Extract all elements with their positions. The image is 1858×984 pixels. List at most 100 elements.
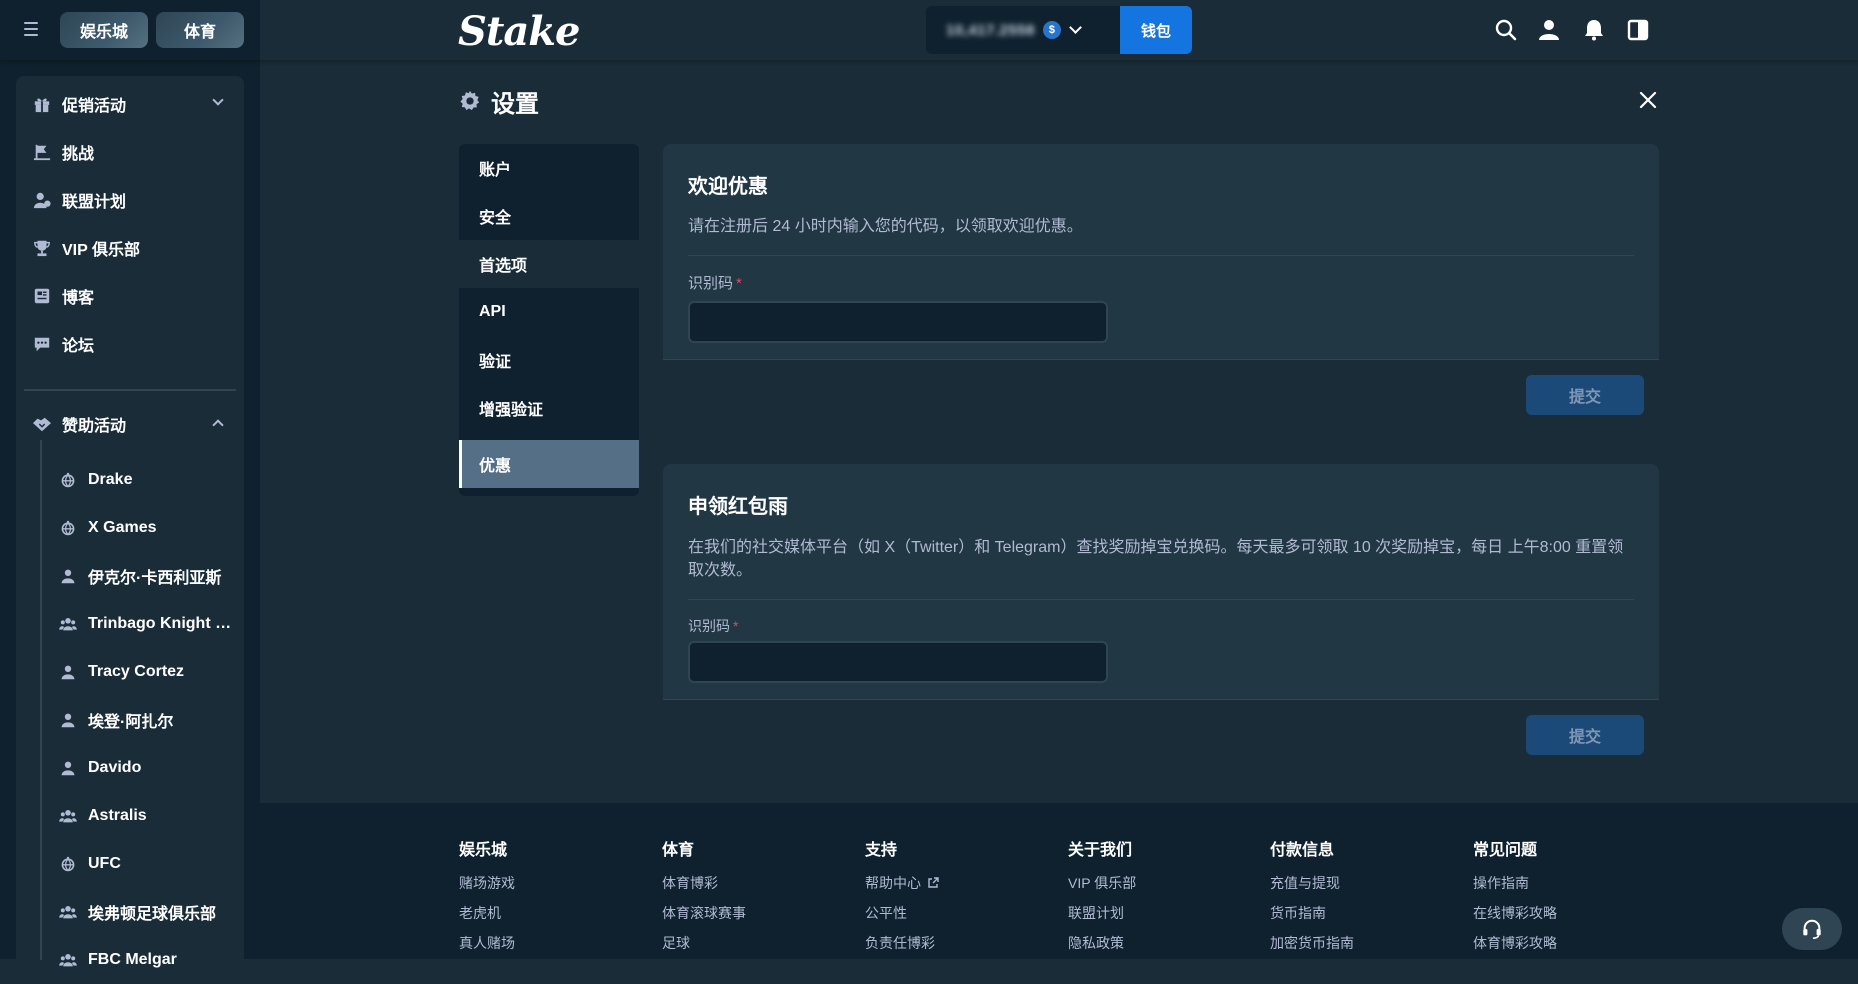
tab-casino[interactable]: 娱乐城 xyxy=(60,12,148,48)
live-support-button[interactable] xyxy=(1782,908,1842,950)
chevron-up-icon[interactable] xyxy=(212,419,224,431)
bell-icon[interactable] xyxy=(1582,18,1606,42)
footer-link[interactable]: 公平性 xyxy=(865,898,939,928)
settings-nav-account[interactable]: 账户 xyxy=(459,144,639,192)
forum-icon xyxy=(32,334,52,354)
sidebar-item-sponsorships[interactable]: 赞助活动 xyxy=(16,400,244,448)
settings-nav-preferences[interactable]: 首选项 xyxy=(459,240,639,288)
footer-col-faq: 常见问题 操作指南 在线博彩攻略 体育博彩攻略 xyxy=(1473,836,1557,958)
footer-link[interactable]: VIP 俱乐部 xyxy=(1068,868,1136,898)
usdc-coin-icon: $ xyxy=(1042,21,1061,39)
footer-link-help-center[interactable]: 帮助中心 xyxy=(865,868,939,898)
sidebar: 促销活动 挑战 联盟计划 VIP 俱乐部 博客 论坛 赞助活动 Drake X … xyxy=(0,60,260,976)
sponsor-label: 埃弗顿足球俱乐部 xyxy=(88,906,217,923)
divider xyxy=(688,599,1634,600)
sponsor-label: Drake xyxy=(88,471,133,488)
balance-amount: 10,417.2558 xyxy=(946,21,1035,39)
handshake-icon xyxy=(32,414,52,434)
settings-nav-api[interactable]: API xyxy=(459,288,639,336)
footer-col-about: 关于我们 VIP 俱乐部 联盟计划 隐私政策 xyxy=(1068,836,1136,958)
tab-sports[interactable]: 体育 xyxy=(156,12,244,48)
footer-link[interactable]: 货币指南 xyxy=(1270,898,1354,928)
sidebar-item-vip-club[interactable]: VIP 俱乐部 xyxy=(16,224,244,272)
footer-link[interactable]: 负责任博彩 xyxy=(865,928,939,958)
search-icon[interactable] xyxy=(1494,18,1518,42)
welcome-offer-title: 欢迎优惠 xyxy=(688,176,768,198)
sidebar-item-blog[interactable]: 博客 xyxy=(16,272,244,320)
footer-heading: 支持 xyxy=(865,842,898,859)
sidebar-item-label: 联盟计划 xyxy=(62,194,127,211)
sidebar-item-forum[interactable]: 论坛 xyxy=(16,320,244,368)
settings-nav-verification[interactable]: 验证 xyxy=(459,336,639,384)
footer-link[interactable]: 足球 xyxy=(662,928,746,958)
sidebar-item-label: VIP 俱乐部 xyxy=(62,242,140,259)
user-icon[interactable] xyxy=(1537,18,1561,42)
footer-link[interactable]: 老虎机 xyxy=(459,898,515,928)
sponsor-label: Astralis xyxy=(88,807,147,824)
footer-link[interactable]: 在线博彩攻略 xyxy=(1473,898,1557,928)
top-bar-left: 娱乐城 体育 xyxy=(0,0,260,60)
sponsor-item-trinbago[interactable]: Trinbago Knight Riders xyxy=(42,600,244,648)
sponsor-item-everton[interactable]: 埃弗顿足球俱乐部 xyxy=(42,888,244,936)
footer-link[interactable]: 加密货币指南 xyxy=(1270,928,1354,958)
settings-nav-enhanced-verification[interactable]: 增强验证 xyxy=(459,384,639,432)
sponsor-label: X Games xyxy=(88,519,157,536)
footer-link[interactable]: 体育博彩攻略 xyxy=(1473,928,1557,958)
sidebar-item-label: 促销活动 xyxy=(62,98,127,115)
close-icon[interactable] xyxy=(1638,90,1658,110)
sponsor-item-fbc-melgar[interactable]: FBC Melgar xyxy=(42,936,244,984)
footer-link[interactable]: 体育博彩 xyxy=(662,868,746,898)
footer-col-payment: 付款信息 充值与提现 货币指南 加密货币指南 xyxy=(1270,836,1354,958)
footer-heading: 常见问题 xyxy=(1473,842,1538,859)
footer-heading: 付款信息 xyxy=(1270,842,1335,859)
sponsor-item-ufc[interactable]: UFC xyxy=(42,840,244,888)
footer-link[interactable]: 赌场游戏 xyxy=(459,868,515,898)
sidebar-item-promotions[interactable]: 促销活动 xyxy=(16,80,244,128)
balance-dropdown[interactable]: 10,417.2558 $ xyxy=(926,6,1120,54)
sponsor-label: 伊克尔·卡西利亚斯 xyxy=(88,570,222,587)
welcome-card-footer: 提交 xyxy=(663,359,1659,432)
footer-link[interactable]: 体育滚球赛事 xyxy=(662,898,746,928)
footer-heading: 体育 xyxy=(662,842,695,859)
settings-nav-security[interactable]: 安全 xyxy=(459,192,639,240)
team-icon xyxy=(58,902,78,922)
stake-logo[interactable]: Stake xyxy=(458,8,580,55)
rain-drop-card: 申领红包雨 在我们的社交媒体平台（如 X（Twitter）和 Telegram）… xyxy=(663,464,1659,772)
footer-link[interactable]: 隐私政策 xyxy=(1068,928,1136,958)
sponsor-item-davido[interactable]: Davido xyxy=(42,744,244,792)
footer-link[interactable]: 充值与提现 xyxy=(1270,868,1354,898)
chevron-down-icon xyxy=(1069,21,1082,34)
welcome-submit-button[interactable]: 提交 xyxy=(1526,375,1644,415)
footer-link[interactable]: 联盟计划 xyxy=(1068,898,1136,928)
sidebar-toggle-icon[interactable] xyxy=(1626,18,1650,42)
settings-nav-offers[interactable]: 优惠 xyxy=(459,440,639,488)
sponsor-item-drake[interactable]: Drake xyxy=(42,456,244,504)
menu-icon[interactable] xyxy=(20,18,42,40)
person-icon xyxy=(58,566,78,586)
sponsor-item-astralis[interactable]: Astralis xyxy=(42,792,244,840)
sponsor-item-tracy-cortez[interactable]: Tracy Cortez xyxy=(42,648,244,696)
footer-link[interactable]: 真人赌场 xyxy=(459,928,515,958)
globe-icon xyxy=(58,470,78,490)
rain-submit-button[interactable]: 提交 xyxy=(1526,715,1644,755)
sidebar-item-challenges[interactable]: 挑战 xyxy=(16,128,244,176)
sidebar-item-affiliate[interactable]: 联盟计划 xyxy=(16,176,244,224)
welcome-offer-card: 欢迎优惠 请在注册后 24 小时内输入您的代码，以领取欢迎优惠。 识别码 * 提交 xyxy=(663,144,1659,432)
sponsor-item-x-games[interactable]: X Games xyxy=(42,504,244,552)
code-field-label: 识别码 * xyxy=(688,616,738,636)
team-icon xyxy=(58,614,78,634)
chevron-down-icon[interactable] xyxy=(212,94,224,106)
blog-icon xyxy=(32,286,52,306)
footer-link[interactable]: 操作指南 xyxy=(1473,868,1557,898)
globe-icon xyxy=(58,518,78,538)
footer-col-support: 支持 帮助中心 公平性 负责任博彩 xyxy=(865,836,939,958)
rain-code-input[interactable] xyxy=(688,641,1108,683)
team-icon xyxy=(58,806,78,826)
welcome-code-input[interactable] xyxy=(688,301,1108,343)
headset-icon xyxy=(1803,919,1821,939)
trophy-icon xyxy=(32,238,52,258)
sponsor-item-casillas[interactable]: 伊克尔·卡西利亚斯 xyxy=(42,552,244,600)
page-title: 设置 xyxy=(459,86,539,118)
sponsor-item-hazard[interactable]: 埃登·阿扎尔 xyxy=(42,696,244,744)
wallet-button[interactable]: 钱包 xyxy=(1120,6,1192,54)
